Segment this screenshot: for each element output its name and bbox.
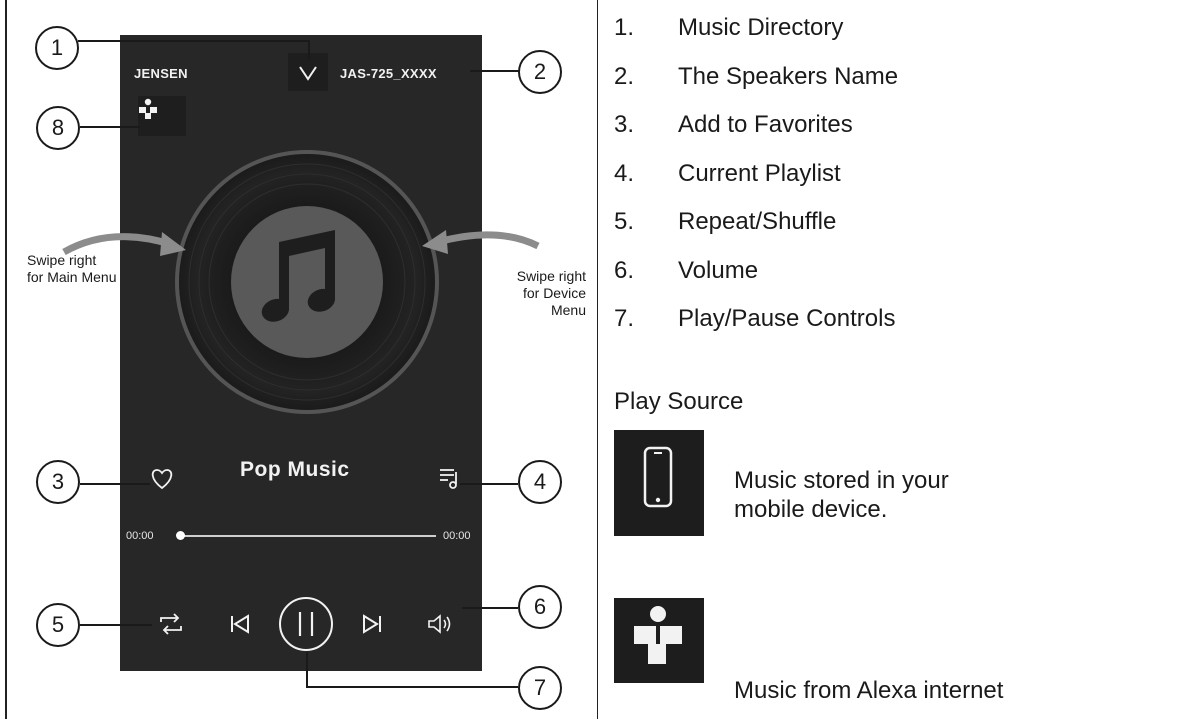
callout-7-line bbox=[306, 686, 518, 688]
callout-4-line bbox=[460, 483, 518, 485]
pause-button[interactable] bbox=[276, 594, 336, 654]
swipe-right-arrow-left bbox=[62, 232, 186, 256]
swipe-left-line-2: for Main Menu bbox=[27, 269, 117, 285]
tunein-icon bbox=[139, 98, 157, 119]
tunein-source-button[interactable] bbox=[138, 96, 186, 136]
mobile-source-description: Music stored in your mobile device. bbox=[734, 467, 949, 523]
tunein-source-icon-box bbox=[614, 598, 704, 683]
callout-6: 6 bbox=[518, 585, 562, 629]
callout-7: 7 bbox=[518, 666, 562, 710]
legend-item: 7. Play/Pause Controls bbox=[614, 305, 896, 332]
tunein-icon bbox=[634, 606, 682, 664]
callout-8: 8 bbox=[36, 106, 80, 150]
previous-track-icon[interactable] bbox=[228, 612, 252, 636]
callout-1-line-drop bbox=[308, 40, 310, 60]
instruction-page: JENSEN JAS-725_XXXX Swipe right for Main… bbox=[0, 0, 1197, 719]
legend-item: 5. Repeat/Shuffle bbox=[614, 208, 837, 235]
legend-item: 6. Volume bbox=[614, 256, 759, 284]
callout-6-line bbox=[462, 607, 518, 609]
album-art-vinyl bbox=[175, 150, 439, 414]
legend-item: 2. The Speakers Name bbox=[614, 62, 899, 90]
next-track-icon[interactable] bbox=[360, 612, 384, 636]
heart-icon[interactable] bbox=[148, 466, 176, 490]
song-title: Pop Music bbox=[240, 458, 350, 481]
callout-7-line-drop bbox=[306, 652, 308, 688]
callout-2: 2 bbox=[518, 50, 562, 94]
progress-track[interactable] bbox=[181, 535, 436, 537]
progress-knob[interactable] bbox=[176, 531, 185, 540]
playlist-icon[interactable] bbox=[438, 466, 462, 490]
legend-item: 3. Add to Favorites bbox=[614, 111, 853, 138]
callout-5: 5 bbox=[36, 603, 80, 647]
legend-item: 4. Current Playlist bbox=[614, 159, 841, 187]
legend-item: 1. Music Directory bbox=[614, 14, 844, 41]
callout-3: 3 bbox=[36, 460, 80, 504]
swipe-right-note: Swipe right for Device Menu bbox=[480, 268, 586, 319]
feature-legend: 1. Music Directory 2. The Speakers Name 3.… bbox=[614, 14, 898, 354]
elapsed-time: 00:00 bbox=[126, 530, 154, 542]
total-time: 00:00 bbox=[443, 530, 471, 542]
swipe-left-arrow-right bbox=[422, 230, 540, 254]
speaker-name[interactable]: JAS-725_XXXX bbox=[340, 66, 437, 81]
swipe-right-line-3: Menu bbox=[550, 302, 586, 318]
mobile-source-icon-box bbox=[614, 430, 704, 536]
swipe-right-line-2: for Device bbox=[522, 285, 586, 301]
callout-1: 1 bbox=[35, 26, 79, 70]
vinyl-center-label bbox=[231, 206, 383, 358]
smartphone-icon bbox=[643, 446, 673, 508]
callout-1-line bbox=[78, 40, 310, 42]
alexa-source-description: Music from Alexa internet bbox=[734, 677, 1004, 704]
volume-icon[interactable] bbox=[426, 612, 456, 636]
callout-5-line bbox=[80, 624, 152, 626]
callout-2-line bbox=[470, 70, 520, 72]
brand-label: JENSEN bbox=[134, 66, 188, 81]
play-source-title: Play Source bbox=[614, 388, 744, 415]
callout-4: 4 bbox=[518, 460, 562, 504]
callout-8-line bbox=[80, 126, 140, 128]
swipe-right-line-1: Swipe right bbox=[516, 268, 586, 284]
callout-3-line bbox=[80, 483, 150, 485]
repeat-icon[interactable] bbox=[156, 612, 186, 636]
